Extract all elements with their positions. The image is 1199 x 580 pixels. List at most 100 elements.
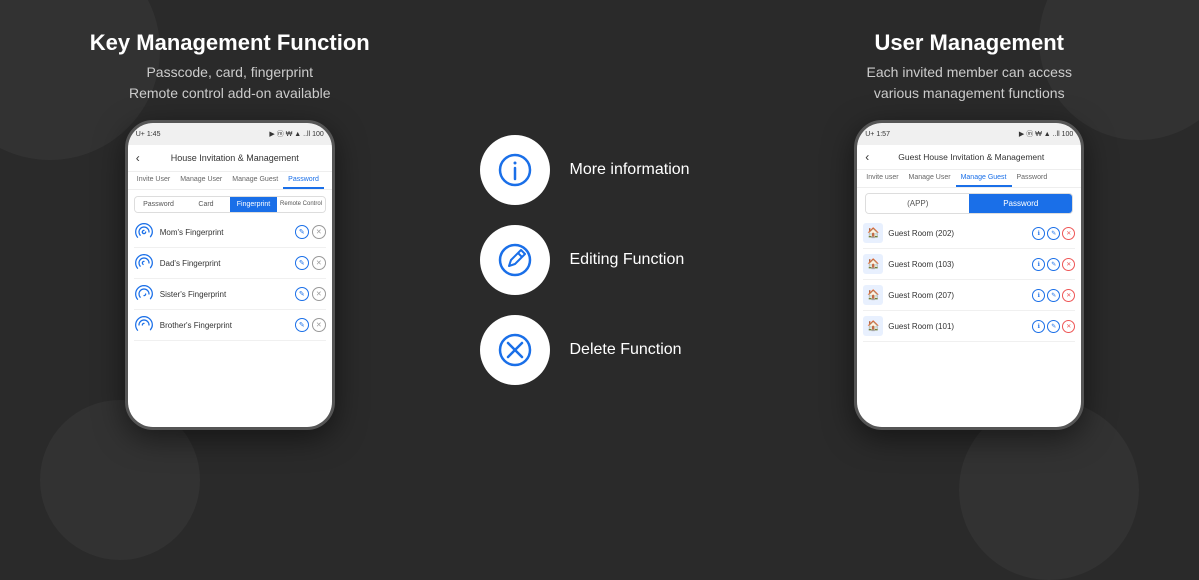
left-item-label-1: Mom's Fingerprint: [160, 228, 289, 237]
right-phone-status-bar: U+ 1:57 ▶ ⓜ ₩ ▲ ..ll 100: [857, 123, 1081, 145]
right-phone-status-left: U+ 1:57: [865, 131, 890, 138]
right-section: User Management Each invited member can …: [740, 0, 1199, 520]
right-edit-icon-4[interactable]: ✎: [1047, 320, 1060, 333]
left-sub-tab-fingerprint[interactable]: Fingerprint: [230, 197, 278, 212]
left-list-item: Mom's Fingerprint ✎ ✕: [134, 217, 326, 248]
left-phone-tabs: Invite User Manage User Manage Guest Pas…: [128, 172, 332, 190]
right-phone-list: 🏠 Guest Room (202) ℹ ✎ ✕ 🏠 Guest Room (1…: [857, 218, 1081, 427]
edit-icon: [497, 242, 533, 278]
right-phone-content: ‹ Guest House Invitation & Management In…: [857, 145, 1081, 427]
left-phone-status-bar: U+ 1:45 ▶ ⓜ ₩ ▲ ..ll 100: [128, 123, 332, 145]
right-list-item: 🏠 Guest Room (202) ℹ ✎ ✕: [863, 218, 1075, 249]
right-info-icon-2[interactable]: ℹ: [1032, 258, 1045, 271]
right-info-icon-3[interactable]: ℹ: [1032, 289, 1045, 302]
right-item-label-1: Guest Room (202): [888, 229, 1027, 238]
fingerprint-icon-4: [134, 315, 154, 335]
left-item-label-4: Brother's Fingerprint: [160, 321, 289, 330]
right-item-label-2: Guest Room (103): [888, 260, 1027, 269]
right-list-item: 🏠 Guest Room (101) ℹ ✎ ✕: [863, 311, 1075, 342]
more-info-function: More information: [480, 135, 690, 205]
left-tab-manage-guest[interactable]: Manage Guest: [227, 172, 283, 189]
left-delete-icon-4[interactable]: ✕: [312, 318, 326, 332]
left-tab-manage-user[interactable]: Manage User: [175, 172, 227, 189]
fingerprint-icon-3: [134, 284, 154, 304]
right-info-icon-1[interactable]: ℹ: [1032, 227, 1045, 240]
middle-section: More information Editing Function: [460, 0, 740, 520]
fingerprint-icon-1: [134, 222, 154, 242]
right-item-label-3: Guest Room (207): [888, 291, 1027, 300]
left-tab-password[interactable]: Password: [283, 172, 324, 189]
left-item-label-2: Dad's Fingerprint: [160, 259, 289, 268]
editing-function: Editing Function: [480, 225, 685, 295]
left-section-subtitle: Passcode, card, fingerprint Remote contr…: [129, 62, 331, 104]
left-phone-status-right: ▶ ⓜ ₩ ▲ ..ll 100: [269, 129, 323, 139]
right-edit-icon-1[interactable]: ✎: [1047, 227, 1060, 240]
left-section-title: Key Management Function: [90, 30, 370, 56]
right-delete-icon-1[interactable]: ✕: [1062, 227, 1075, 240]
left-edit-icon-4[interactable]: ✎: [295, 318, 309, 332]
right-sub-tab-password[interactable]: Password: [969, 194, 1072, 213]
right-phone-nav-bar: ‹ Guest House Invitation & Management: [857, 145, 1081, 170]
right-action-icons-3: ℹ ✎ ✕: [1032, 289, 1075, 302]
delete-function: Delete Function: [480, 315, 682, 385]
right-list-item: 🏠 Guest Room (207) ℹ ✎ ✕: [863, 280, 1075, 311]
editing-label: Editing Function: [570, 251, 685, 269]
right-section-title: User Management: [874, 30, 1064, 56]
left-phone-sub-tabs: Password Card Fingerprint Remote Control: [134, 196, 326, 213]
left-action-icons-2: ✎ ✕: [295, 256, 326, 270]
editing-circle: [480, 225, 550, 295]
right-phone-status-right: ▶ ⓜ ₩ ▲ ..ll 100: [1019, 129, 1073, 139]
right-tab-manage-guest[interactable]: Manage Guest: [956, 170, 1012, 187]
right-phone-mockup: U+ 1:57 ▶ ⓜ ₩ ▲ ..ll 100 ‹ Guest House I…: [854, 120, 1084, 430]
left-edit-icon-2[interactable]: ✎: [295, 256, 309, 270]
guest-icon-4: 🏠: [863, 316, 883, 336]
left-list-item: Brother's Fingerprint ✎ ✕: [134, 310, 326, 341]
right-delete-icon-2[interactable]: ✕: [1062, 258, 1075, 271]
guest-icon-2: 🏠: [863, 254, 883, 274]
left-delete-icon-3[interactable]: ✕: [312, 287, 326, 301]
right-edit-icon-2[interactable]: ✎: [1047, 258, 1060, 271]
right-action-icons-1: ℹ ✎ ✕: [1032, 227, 1075, 240]
right-tab-invite-user[interactable]: Invite user: [861, 170, 903, 187]
guest-icon-1: 🏠: [863, 223, 883, 243]
left-sub-tab-password[interactable]: Password: [135, 197, 183, 212]
left-list-item: Sister's Fingerprint ✎ ✕: [134, 279, 326, 310]
right-phone-nav-title: Guest House Invitation & Management: [869, 152, 1073, 162]
left-sub-tab-remote[interactable]: Remote Control: [277, 197, 325, 212]
left-phone-nav-bar: ‹ House Invitation & Management: [128, 145, 332, 172]
left-phone-nav-title: House Invitation & Management: [146, 153, 324, 163]
right-info-icon-4[interactable]: ℹ: [1032, 320, 1045, 333]
right-tab-manage-user[interactable]: Manage User: [904, 170, 956, 187]
left-phone-back-button[interactable]: ‹: [136, 151, 140, 165]
main-layout: Key Management Function Passcode, card, …: [0, 0, 1199, 520]
left-sub-tab-card[interactable]: Card: [182, 197, 230, 212]
right-item-label-4: Guest Room (101): [888, 322, 1027, 331]
left-phone-status-left: U+ 1:45: [136, 131, 161, 138]
right-tab-password[interactable]: Password: [1012, 170, 1053, 187]
delete-icon: [497, 332, 533, 368]
right-phone-tabs: Invite user Manage User Manage Guest Pas…: [857, 170, 1081, 188]
guest-icon-3: 🏠: [863, 285, 883, 305]
left-phone-mockup: U+ 1:45 ▶ ⓜ ₩ ▲ ..ll 100 ‹ House Invitat…: [125, 120, 335, 430]
right-action-icons-4: ℹ ✎ ✕: [1032, 320, 1075, 333]
right-action-icons-2: ℹ ✎ ✕: [1032, 258, 1075, 271]
left-delete-icon-1[interactable]: ✕: [312, 225, 326, 239]
left-delete-icon-2[interactable]: ✕: [312, 256, 326, 270]
right-section-subtitle: Each invited member can access various m…: [867, 62, 1072, 104]
right-delete-icon-3[interactable]: ✕: [1062, 289, 1075, 302]
left-list-item: Dad's Fingerprint ✎ ✕: [134, 248, 326, 279]
left-action-icons-1: ✎ ✕: [295, 225, 326, 239]
left-edit-icon-1[interactable]: ✎: [295, 225, 309, 239]
left-action-icons-3: ✎ ✕: [295, 287, 326, 301]
delete-circle: [480, 315, 550, 385]
left-phone-list: Mom's Fingerprint ✎ ✕: [128, 217, 332, 427]
delete-label: Delete Function: [570, 341, 682, 359]
left-tab-invite-user[interactable]: Invite User: [132, 172, 175, 189]
left-edit-icon-3[interactable]: ✎: [295, 287, 309, 301]
right-phone-sub-tabs: (APP) Password: [865, 193, 1073, 214]
right-delete-icon-4[interactable]: ✕: [1062, 320, 1075, 333]
info-icon: [497, 152, 533, 188]
more-info-label: More information: [570, 161, 690, 179]
right-sub-tab-app[interactable]: (APP): [866, 194, 969, 213]
right-edit-icon-3[interactable]: ✎: [1047, 289, 1060, 302]
